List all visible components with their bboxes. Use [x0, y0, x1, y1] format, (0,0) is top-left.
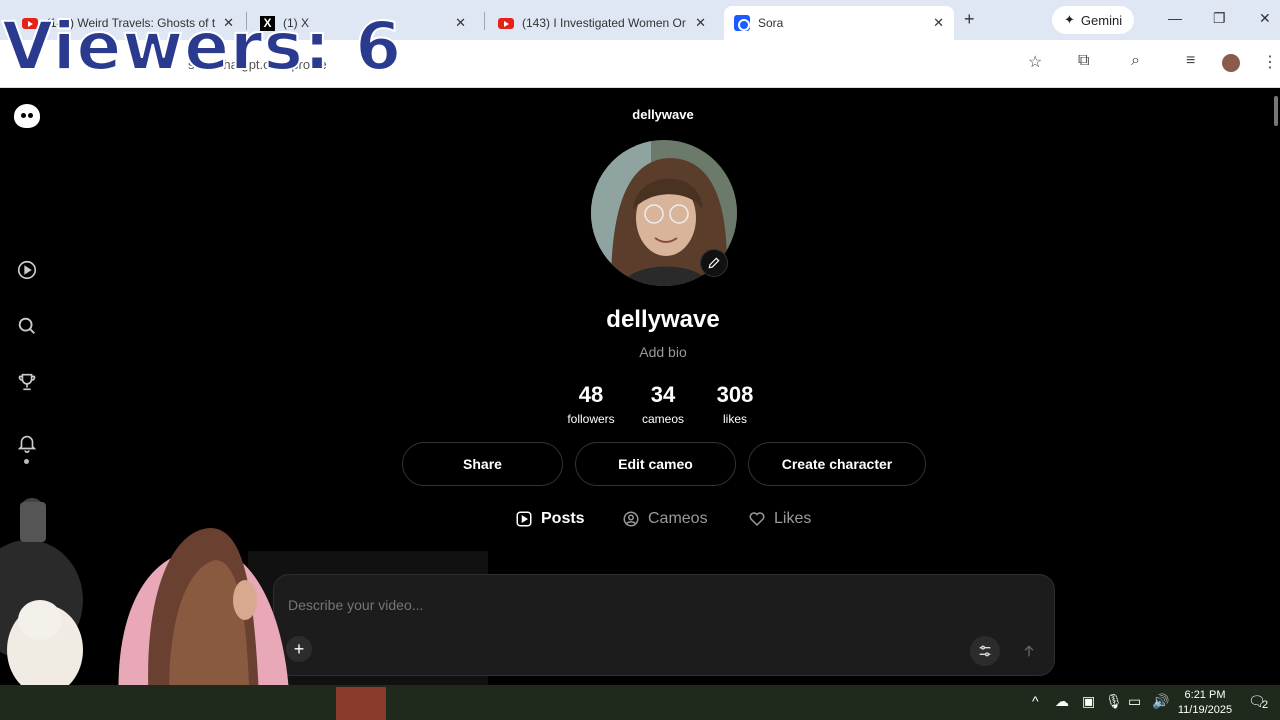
stat-value: 308	[716, 382, 754, 407]
network-icon[interactable]: ▭	[1128, 693, 1141, 710]
tab-label: Cameos	[648, 510, 708, 527]
tab-divider	[484, 12, 485, 30]
video-composer: +	[273, 574, 1055, 676]
cloud-icon[interactable]: ☁	[1055, 693, 1069, 710]
notification-count: 2	[1262, 699, 1269, 711]
minimize-icon[interactable]: —	[1168, 10, 1182, 26]
tab-title: Sora	[758, 16, 784, 30]
bell-icon[interactable]	[16, 432, 38, 454]
stat-label: likes	[722, 412, 747, 426]
viewers-count-overlay: Viewers: 6	[1, 8, 403, 85]
tab-label: Posts	[541, 510, 585, 527]
extensions-icon[interactable]: ⧉	[1078, 52, 1089, 70]
taskbar-app-icon[interactable]	[336, 687, 386, 720]
browser-tab[interactable]: (143) I Investigated Women Or ✕	[488, 6, 716, 40]
sora-icon	[734, 15, 750, 31]
youtube-icon	[498, 17, 514, 29]
more-menu-icon[interactable]: ⋮	[1262, 52, 1278, 72]
clock-date: 11/19/2025	[1177, 704, 1233, 716]
stat-followers[interactable]: 48 followers	[556, 382, 626, 426]
heart-icon	[749, 512, 765, 527]
profile-handle-header: dellywave	[632, 107, 694, 122]
clock-time: 6:21 PM	[1184, 689, 1226, 701]
video-feed-icon[interactable]	[16, 259, 38, 281]
new-tab-button[interactable]: +	[964, 9, 975, 30]
edit-avatar-button[interactable]	[700, 249, 728, 277]
chevron-up-icon[interactable]: ^	[1032, 693, 1039, 709]
trophy-icon[interactable]	[16, 371, 38, 393]
tab-likes[interactable]: Likes	[748, 510, 811, 528]
gemini-sparkle-icon: ✦	[1064, 12, 1075, 27]
profile-avatar-icon[interactable]	[1222, 54, 1240, 72]
describe-video-input[interactable]	[288, 597, 888, 613]
meet-now-icon[interactable]: ▣	[1082, 693, 1095, 710]
tab-posts[interactable]: Posts	[515, 510, 585, 528]
notification-dot	[24, 459, 29, 464]
settings-sliders-icon[interactable]	[970, 636, 1000, 666]
microphone-icon[interactable]: 🎙	[1105, 693, 1123, 710]
send-arrow-icon[interactable]	[1014, 636, 1044, 666]
stat-value: 34	[650, 382, 676, 407]
volume-icon[interactable]: 🔊	[1152, 693, 1169, 710]
tab-title: (143) I Investigated Women Or	[522, 16, 686, 30]
stat-value: 48	[578, 382, 604, 407]
bookmark-star-icon[interactable]: ☆	[1028, 52, 1042, 72]
close-icon[interactable]: ✕	[455, 15, 466, 31]
stat-label: cameos	[641, 412, 685, 426]
cameos-icon	[623, 511, 639, 527]
close-icon[interactable]: ✕	[695, 15, 706, 31]
pencil-icon	[708, 257, 720, 269]
add-bio-link[interactable]: Add bio	[0, 344, 1280, 360]
profile-username: dellywave	[606, 306, 720, 333]
stat-likes[interactable]: 308 likes	[700, 382, 770, 426]
media-controls-icon[interactable]: ≡	[1186, 52, 1195, 70]
tab-cameos[interactable]: Cameos	[622, 510, 708, 528]
stat-label: followers	[567, 412, 615, 426]
share-button[interactable]: Share	[402, 442, 563, 486]
stat-cameos[interactable]: 34 cameos	[628, 382, 698, 426]
windows-taskbar: ^ ☁ ▣ 🎙 ▭ 🔊 6:21 PM 11/19/2025 🗨 2	[0, 685, 1280, 720]
close-icon[interactable]: ✕	[933, 15, 944, 31]
gemini-button[interactable]: ✦ Gemini	[1052, 6, 1135, 34]
close-window-icon[interactable]: ✕	[1259, 10, 1271, 27]
cast-search-icon[interactable]: ⌕	[1131, 52, 1140, 70]
edit-cameo-button[interactable]: Edit cameo	[575, 442, 736, 486]
restore-icon[interactable]: ❐	[1213, 10, 1226, 27]
gemini-label: Gemini	[1080, 12, 1123, 28]
posts-icon	[516, 511, 532, 527]
browser-tab-active[interactable]: Sora ✕	[724, 6, 954, 40]
create-character-button[interactable]: Create character	[748, 442, 926, 486]
tab-label: Likes	[774, 510, 812, 527]
system-clock[interactable]: 6:21 PM 11/19/2025	[1170, 688, 1240, 718]
